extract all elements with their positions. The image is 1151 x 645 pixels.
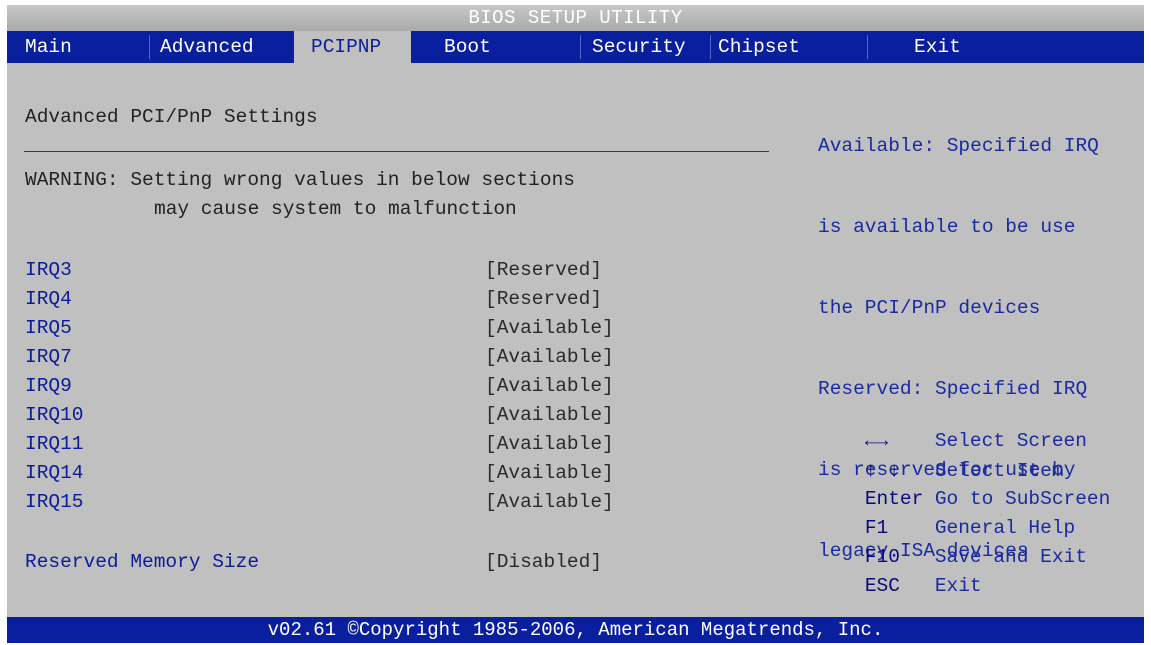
- tab-exit[interactable]: Exit: [914, 31, 961, 63]
- setting-label-irq9[interactable]: IRQ9: [25, 374, 72, 398]
- setting-value-irq10[interactable]: [Available]: [485, 403, 614, 427]
- settings-panel: Advanced PCI/PnP Settings WARNING: Setti…: [7, 63, 1144, 617]
- tab-divider: [867, 35, 868, 59]
- setting-value-irq9[interactable]: [Available]: [485, 374, 614, 398]
- key-hint-esc: ESC Exit: [818, 547, 982, 625]
- tab-divider: [580, 35, 581, 59]
- key-hint-action: Exit: [934, 575, 982, 597]
- copyright-footer: v02.61 ©Copyright 1985-2006, American Me…: [7, 617, 1144, 643]
- setting-label-irq14[interactable]: IRQ14: [25, 461, 84, 485]
- window-title: BIOS SETUP UTILITY: [7, 5, 1144, 31]
- setting-value-irq14[interactable]: [Available]: [485, 461, 614, 485]
- tab-pcipnp[interactable]: PCIPNP: [294, 31, 411, 65]
- tab-chipset[interactable]: Chipset: [718, 31, 800, 63]
- help-line: is available to be use: [818, 216, 1076, 238]
- setting-label-irq11[interactable]: IRQ11: [25, 432, 84, 456]
- help-line: Available: Specified IRQ: [818, 135, 1099, 157]
- setting-value-irq5[interactable]: [Available]: [485, 316, 614, 340]
- section-divider: [24, 151, 769, 152]
- setting-value-irq3[interactable]: [Reserved]: [485, 258, 602, 282]
- setting-value-irq15[interactable]: [Available]: [485, 490, 614, 514]
- setting-label-irq3[interactable]: IRQ3: [25, 258, 72, 282]
- setting-value-irq7[interactable]: [Available]: [485, 345, 614, 369]
- tab-advanced[interactable]: Advanced: [160, 31, 254, 63]
- tab-divider: [149, 35, 150, 59]
- tab-divider: [710, 35, 711, 59]
- setting-value-irq11[interactable]: [Available]: [485, 432, 614, 456]
- help-line: Reserved: Specified IRQ: [818, 378, 1088, 400]
- setting-value-irq4[interactable]: [Reserved]: [485, 287, 602, 311]
- setting-label-irq5[interactable]: IRQ5: [25, 316, 72, 340]
- setting-label-irq15[interactable]: IRQ15: [25, 490, 84, 514]
- warning-line-1: WARNING: Setting wrong values in below s…: [25, 169, 575, 191]
- warning-line-2: may cause system to malfunction: [154, 198, 517, 220]
- help-line: the PCI/PnP devices: [818, 297, 1041, 319]
- setting-label-irq4[interactable]: IRQ4: [25, 287, 72, 311]
- setting-label-irq10[interactable]: IRQ10: [25, 403, 84, 427]
- menu-tab-bar: Main Advanced PCIPNP Boot Security Chips…: [7, 31, 1144, 65]
- tab-boot[interactable]: Boot: [444, 31, 491, 63]
- setting-value-reserved-memory-size[interactable]: [Disabled]: [485, 550, 602, 574]
- tab-security[interactable]: Security: [592, 31, 686, 63]
- key-label: ESC: [864, 575, 900, 597]
- setting-label-reserved-memory-size[interactable]: Reserved Memory Size: [25, 550, 259, 574]
- tab-main[interactable]: Main: [25, 31, 72, 63]
- setting-label-irq7[interactable]: IRQ7: [25, 345, 72, 369]
- section-title: Advanced PCI/PnP Settings: [25, 106, 318, 128]
